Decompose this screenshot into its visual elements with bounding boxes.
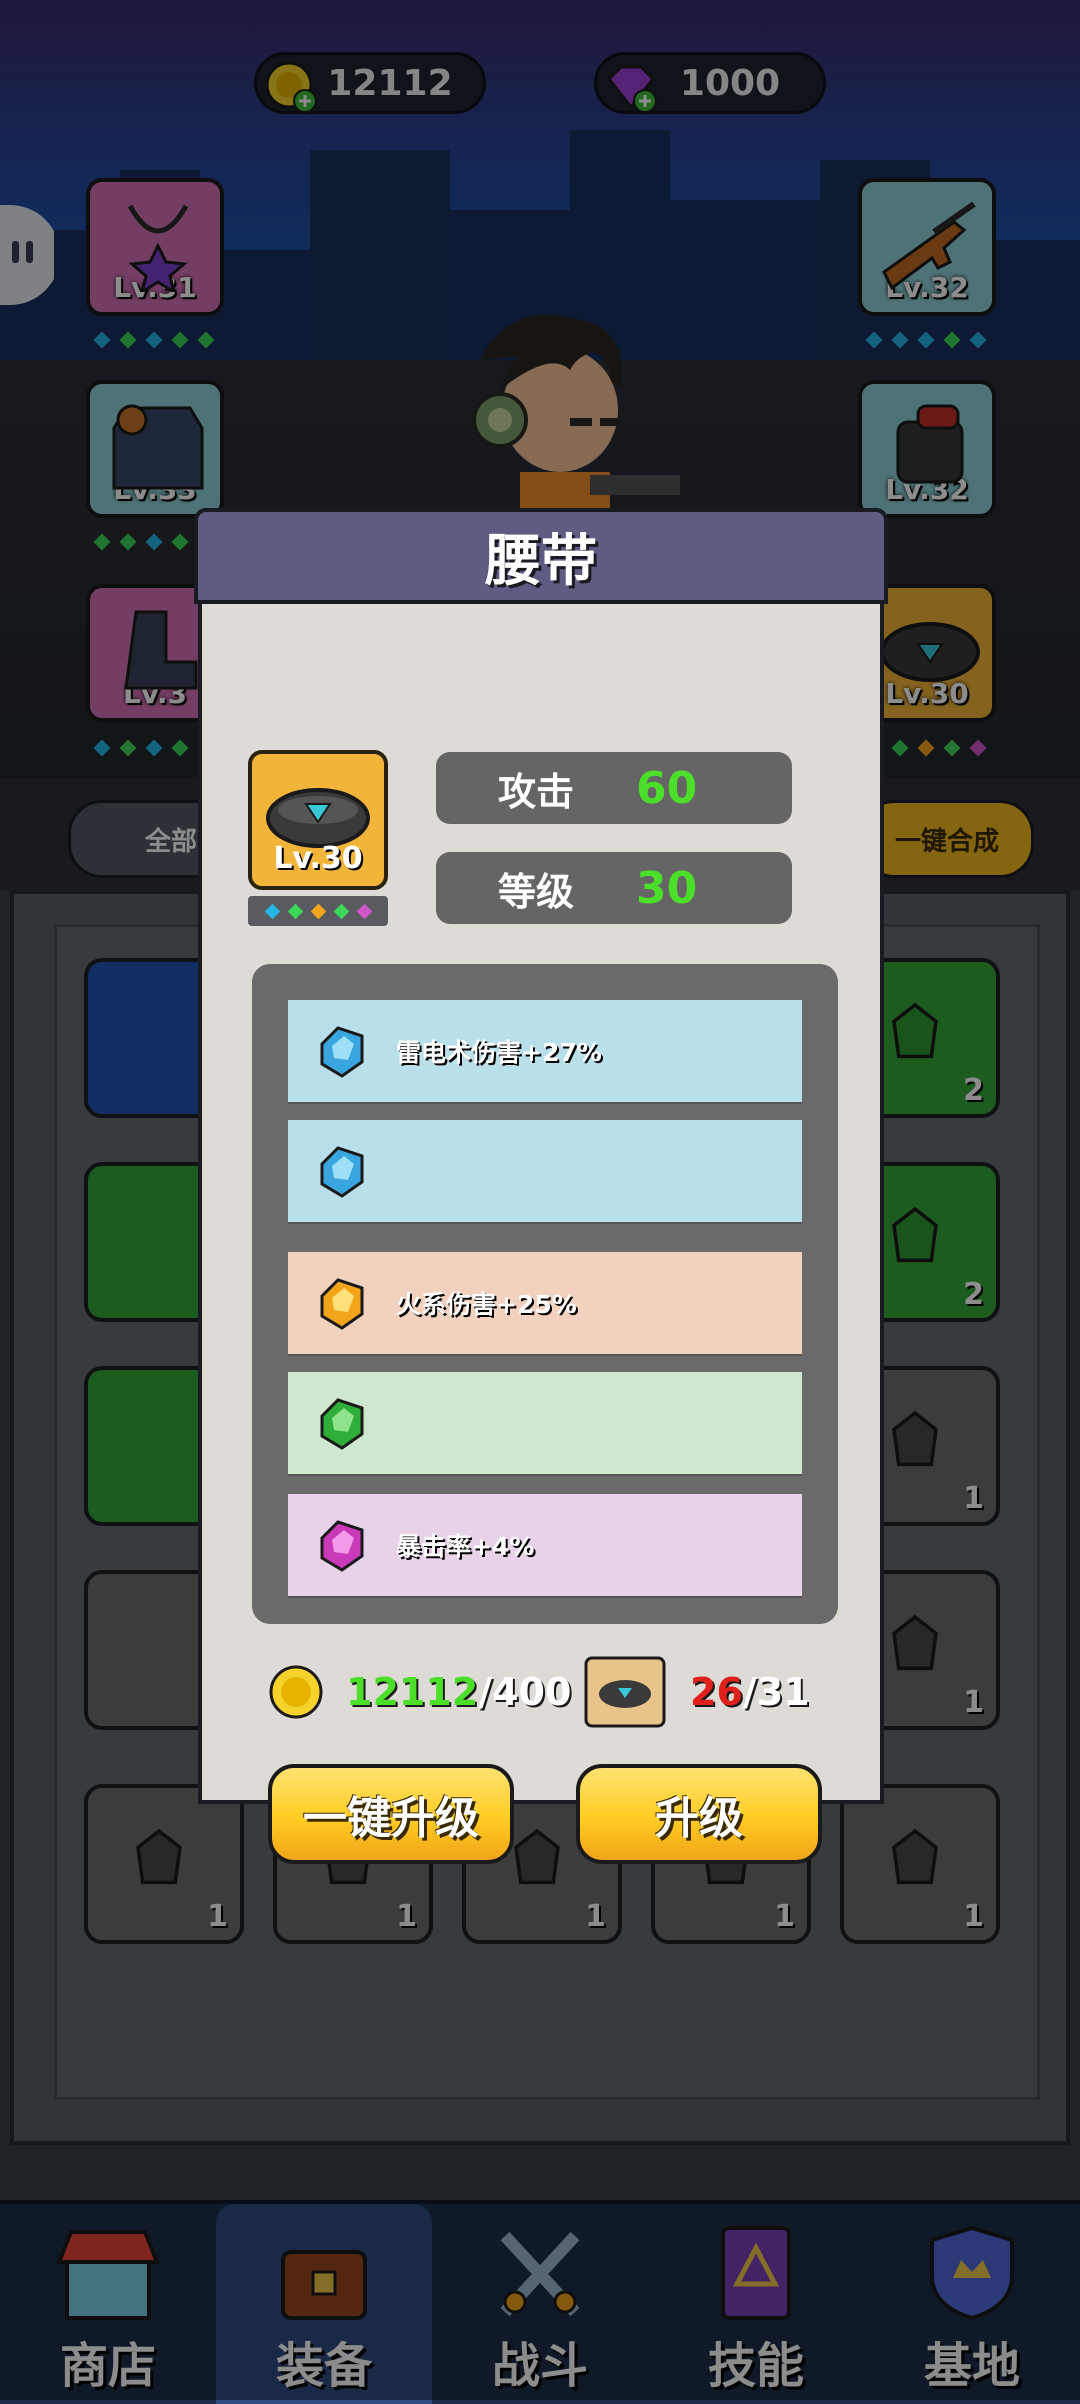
stat-level-value: 30	[636, 862, 698, 914]
material-cost: 26 /31	[582, 1652, 810, 1732]
gold-have: 12112	[346, 1670, 479, 1714]
purple-gem-icon	[320, 1520, 364, 1572]
attribute-row	[288, 1372, 802, 1474]
attribute-text: 暴击率+4%	[396, 1532, 535, 1561]
selected-item-quality-dots	[248, 896, 388, 926]
material-have: 26	[690, 1670, 743, 1714]
gold-coin-icon	[269, 1665, 323, 1719]
attribute-text: 火系伤害+25%	[396, 1290, 577, 1319]
item-detail-dialog: 腰带 Lv.30 攻击 60 等级 30 雷电术伤害+27% 火系伤害+25% …	[194, 508, 888, 1864]
blue-gem-icon	[320, 1146, 364, 1198]
green-gem-icon	[320, 1398, 364, 1450]
attribute-row: 雷电术伤害+27%	[288, 1000, 802, 1102]
upgrade-button[interactable]: 升级	[576, 1764, 822, 1864]
belt-scroll-icon	[584, 1656, 666, 1728]
dialog-title: 腰带	[485, 528, 597, 594]
orange-gem-icon	[320, 1278, 364, 1330]
upgrade-label: 升级	[655, 1793, 743, 1844]
selected-item-level: Lv.30	[273, 841, 363, 876]
selected-item-icon: Lv.30	[248, 750, 388, 890]
stat-attack: 攻击 60	[436, 752, 792, 824]
gem-attribute-panel: 雷电术伤害+27% 火系伤害+25% 暴击率+4%	[252, 964, 838, 1624]
stat-level: 等级 30	[436, 852, 792, 924]
attribute-row: 暴击率+4%	[288, 1494, 802, 1596]
stat-level-label: 等级	[497, 869, 574, 914]
attribute-text: 雷电术伤害+27%	[396, 1038, 602, 1067]
dialog-header: 腰带	[194, 508, 888, 604]
material-need: /31	[742, 1670, 810, 1714]
gold-need: /400	[478, 1670, 572, 1714]
one-click-upgrade-button[interactable]: 一键升级	[268, 1764, 514, 1864]
one-click-upgrade-label: 一键升级	[303, 1793, 479, 1844]
gold-cost: 12112 /400	[268, 1652, 571, 1732]
blue-gem-icon	[320, 1026, 364, 1078]
dialog-body: Lv.30 攻击 60 等级 30 雷电术伤害+27% 火系伤害+25% 暴击率…	[198, 604, 884, 1864]
stat-attack-value: 60	[636, 762, 698, 814]
attribute-row: 火系伤害+25%	[288, 1252, 802, 1354]
stat-attack-label: 攻击	[497, 769, 574, 814]
attribute-row	[288, 1120, 802, 1222]
